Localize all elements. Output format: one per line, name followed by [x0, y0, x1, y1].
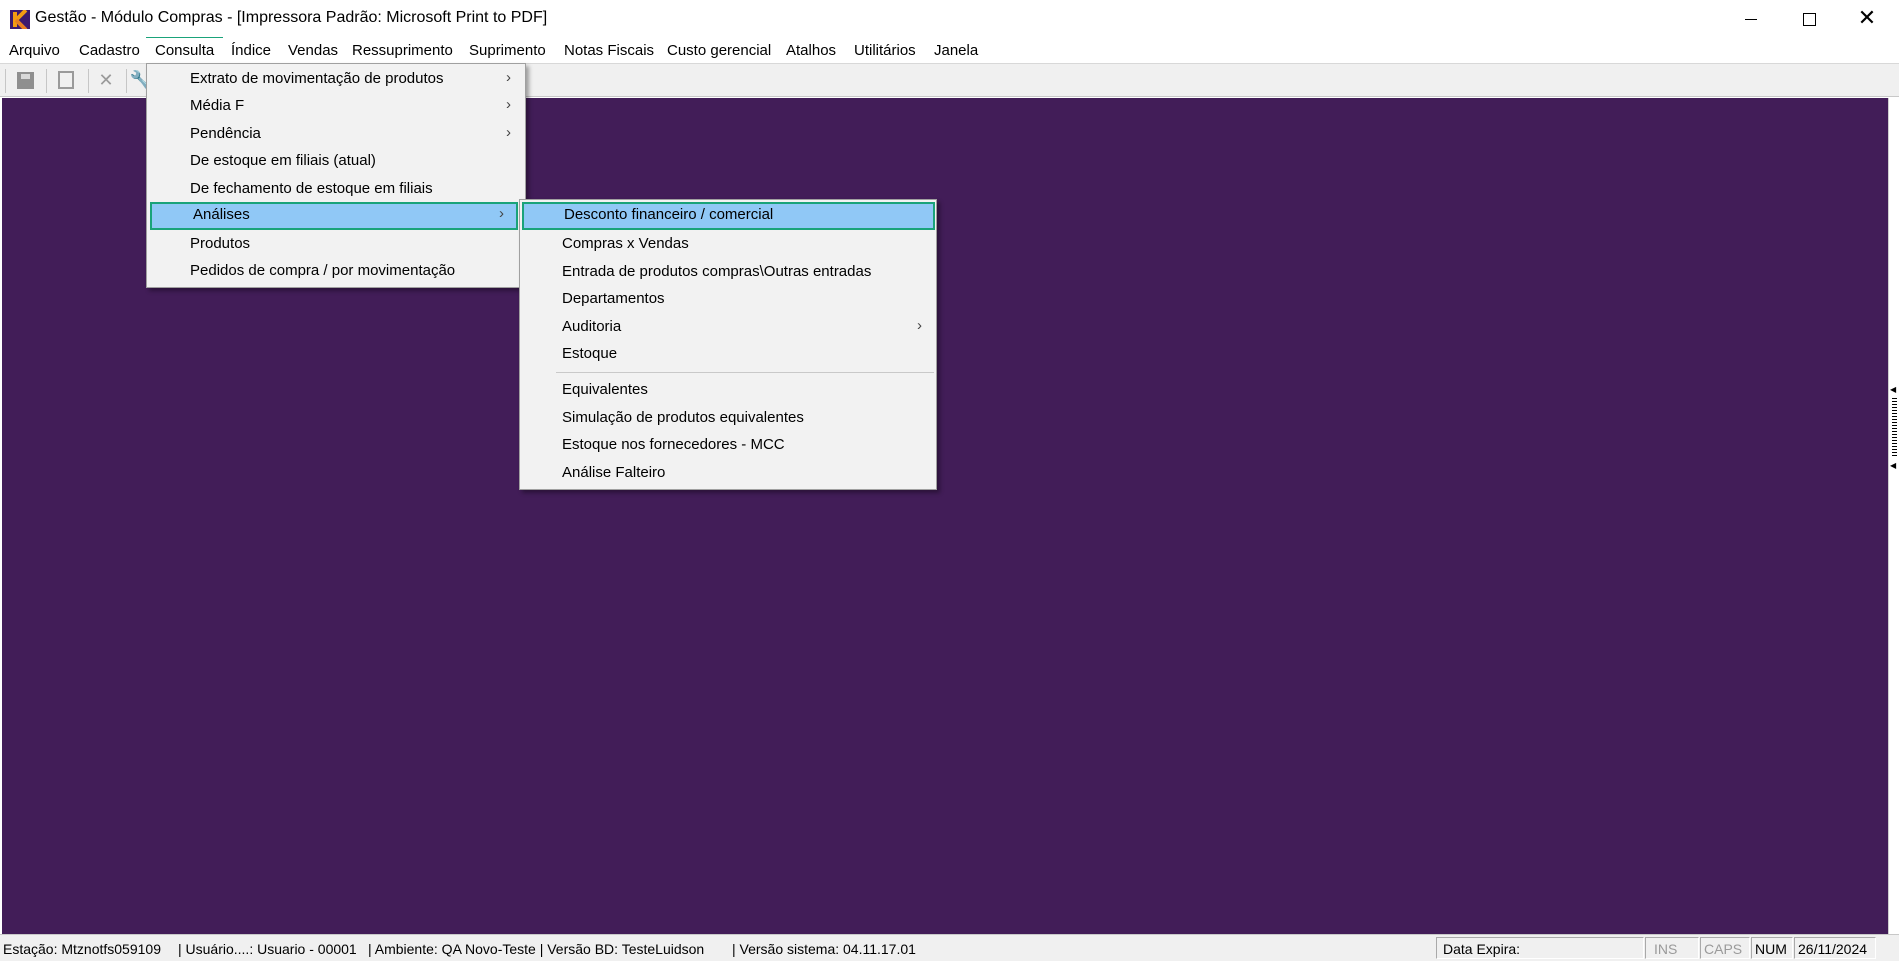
menu-item-auditoria[interactable]: Auditoria ›: [520, 314, 936, 340]
toolbar-separator: [88, 69, 89, 93]
maximize-icon: [1802, 12, 1816, 26]
menu-separator: [556, 372, 934, 373]
status-ins: INS: [1654, 941, 1678, 957]
menu-item-pedidos-compra[interactable]: Pedidos de compra / por movimentação: [147, 258, 525, 284]
menu-item-extrato[interactable]: Extrato de movimentação de produtos ›: [147, 66, 525, 92]
collapse-arrow-icon: ◀: [1890, 385, 1897, 394]
menu-item-equivalentes[interactable]: Equivalentes: [520, 377, 936, 403]
menu-item-compras-vendas[interactable]: Compras x Vendas: [520, 231, 936, 257]
menu-item-pendencia[interactable]: Pendência ›: [147, 121, 525, 147]
toolbar-separator: [126, 69, 127, 93]
status-usuario: | Usuário....: Usuario - 00001: [178, 941, 357, 957]
document-button[interactable]: [55, 69, 77, 91]
title-bar: Gestão - Módulo Compras - [Impressora Pa…: [0, 0, 1899, 38]
status-panel-caps: CAPS: [1700, 937, 1750, 959]
menu-consulta[interactable]: Consulta: [155, 42, 214, 59]
window-title: Gestão - Módulo Compras - [Impressora Pa…: [35, 9, 548, 26]
menu-item-produtos[interactable]: Produtos: [147, 231, 525, 257]
menu-arquivo[interactable]: Arquivo: [9, 42, 60, 59]
submenu-arrow-icon: ›: [917, 317, 922, 334]
menu-bar: Arquivo Cadastro Consulta Índice Vendas …: [0, 38, 1899, 63]
panel-splitter[interactable]: ◀ ◀: [1890, 386, 1898, 470]
menu-indice[interactable]: Índice: [231, 42, 271, 59]
status-versao: | Versão sistema: 04.11.17.01: [732, 941, 916, 957]
submenu-arrow-icon: ›: [506, 96, 511, 113]
right-panel-edge: [1888, 98, 1899, 934]
menu-item-entrada-produtos[interactable]: Entrada de produtos compras\Outras entra…: [520, 259, 936, 285]
maximize-button[interactable]: [1780, 0, 1838, 38]
menu-item-estoque[interactable]: Estoque: [520, 341, 936, 367]
menu-item-media-f[interactable]: Média F ›: [147, 93, 525, 119]
document-icon: [58, 71, 74, 89]
splitter-grip-icon: [1892, 398, 1897, 458]
menu-notas-fiscais[interactable]: Notas Fiscais: [564, 42, 654, 59]
status-panel-ins: INS: [1645, 937, 1699, 959]
close-icon: ✕: [1857, 6, 1877, 31]
menu-janela[interactable]: Janela: [934, 42, 978, 59]
app-logo-icon: [10, 10, 30, 29]
menu-item-estoque-filiais[interactable]: De estoque em filiais (atual): [147, 148, 525, 174]
status-data-expira: Data Expira:: [1443, 941, 1521, 957]
status-num: NUM: [1755, 941, 1787, 957]
submenu-arrow-icon: ›: [506, 69, 511, 86]
menu-item-estoque-fornecedores[interactable]: Estoque nos fornecedores - MCC: [520, 432, 936, 458]
status-estacao: Estação: Mtznotfs059109: [3, 941, 161, 957]
menu-custo-gerencial[interactable]: Custo gerencial: [667, 42, 771, 59]
save-icon: [16, 71, 34, 89]
status-caps: CAPS: [1704, 941, 1743, 957]
menu-cadastro[interactable]: Cadastro: [79, 42, 140, 59]
menu-ressuprimento[interactable]: Ressuprimento: [352, 42, 453, 59]
collapse-arrow-icon: ◀: [1890, 461, 1897, 470]
minimize-button[interactable]: [1722, 0, 1780, 38]
delete-icon: ✕: [98, 69, 114, 90]
menu-item-analise-falteiro[interactable]: Análise Falteiro: [520, 460, 936, 486]
menu-item-fechamento-estoque[interactable]: De fechamento de estoque em filiais: [147, 176, 525, 202]
close-button[interactable]: ✕: [1838, 0, 1896, 38]
menu-atalhos[interactable]: Atalhos: [786, 42, 836, 59]
menu-utilitarios[interactable]: Utilitários: [854, 42, 916, 59]
analises-submenu: Desconto financeiro / comercial Compras …: [519, 199, 937, 490]
menu-item-simulacao-equivalentes[interactable]: Simulação de produtos equivalentes: [520, 405, 936, 431]
menu-item-departamentos[interactable]: Departamentos: [520, 286, 936, 312]
save-button[interactable]: [14, 69, 36, 91]
submenu-arrow-icon: ›: [506, 124, 511, 141]
consulta-dropdown-menu: Extrato de movimentação de produtos › Mé…: [146, 63, 526, 288]
status-panel-date: 26/11/2024: [1794, 937, 1876, 959]
toolbar-separator: [46, 69, 47, 93]
menu-vendas[interactable]: Vendas: [288, 42, 338, 59]
menu-item-analises[interactable]: Análises ›: [150, 202, 518, 230]
toolbar-separator: [5, 69, 6, 93]
delete-button[interactable]: ✕: [95, 69, 117, 91]
menu-suprimento[interactable]: Suprimento: [469, 42, 546, 59]
menu-item-desconto-financeiro[interactable]: Desconto financeiro / comercial: [522, 202, 935, 230]
status-date: 26/11/2024: [1798, 941, 1868, 957]
status-panel-num: NUM: [1751, 937, 1793, 959]
status-ambiente: | Ambiente: QA Novo-Teste | Versão BD: T…: [368, 941, 705, 957]
minimize-icon: [1745, 18, 1757, 20]
status-panel-expira: Data Expira:: [1436, 937, 1644, 959]
status-bar: Estação: Mtznotfs059109 | Usuário....: U…: [0, 934, 1899, 961]
submenu-arrow-icon: ›: [499, 205, 504, 222]
